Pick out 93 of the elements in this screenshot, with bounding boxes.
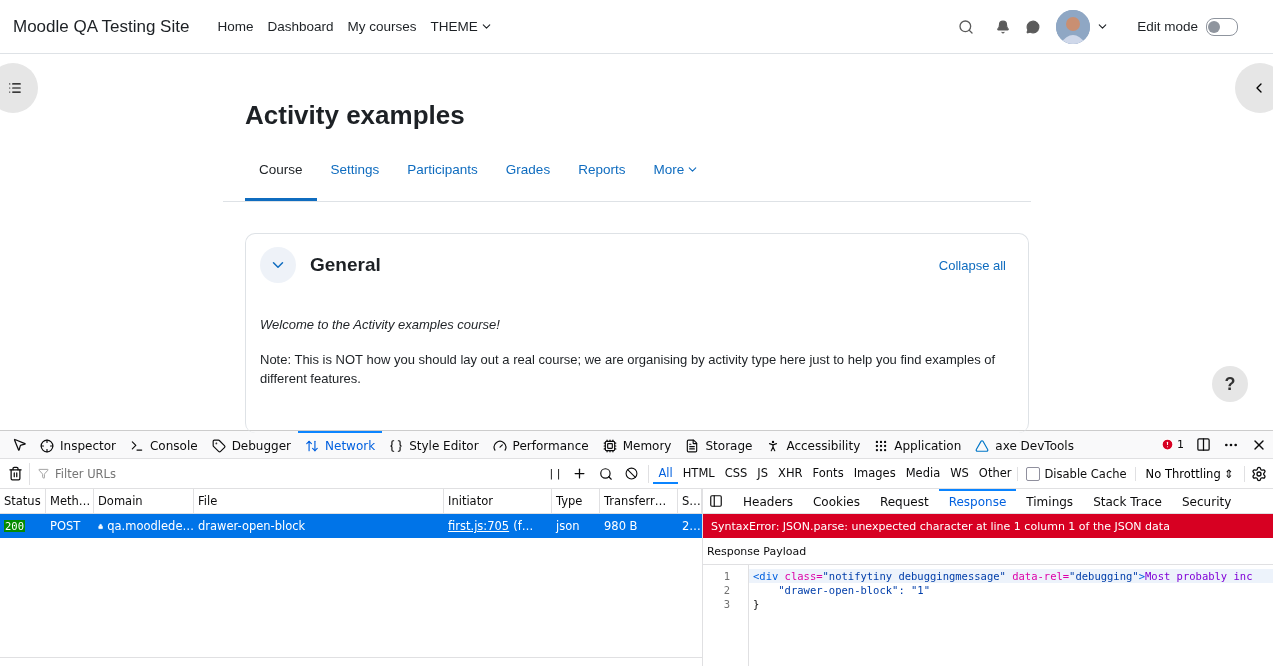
type-filter[interactable]: All [653, 463, 678, 484]
search-icon[interactable] [958, 18, 975, 35]
type-filter[interactable]: Fonts [807, 463, 849, 484]
detail-tab[interactable]: Stack Trace [1083, 489, 1172, 513]
payload-title: Response Payload [703, 538, 1273, 565]
triangle-icon [975, 438, 990, 453]
edit-mode-switch[interactable] [1206, 17, 1238, 36]
chip-icon [602, 438, 617, 453]
type-filter[interactable]: Other [973, 463, 1017, 484]
line-number: 3 [722, 597, 731, 611]
code-line: } [752, 597, 761, 611]
type-filter[interactable]: JS [752, 463, 774, 484]
gauge-icon [492, 438, 507, 453]
transferred-cell-text: 980 B [603, 518, 639, 535]
initiator-link[interactable]: first.js:705 [448, 519, 510, 533]
filter-icon [38, 468, 49, 479]
collapse-all-link[interactable]: Collapse all [938, 257, 1006, 273]
line-number: 2 [722, 583, 731, 597]
note-text: Note: This is NOT how you should lay out a real course; we are organising by activity type here just to help you find examples of different features. [260, 351, 997, 388]
devtools-tab[interactable]: Storage [678, 431, 760, 458]
throttling-select[interactable]: No Throttling ⇕ [1134, 466, 1244, 481]
type-cell-text: json [554, 518, 581, 535]
detail-tab[interactable]: Request [869, 489, 939, 513]
devtools-tab[interactable]: Memory [595, 431, 679, 458]
column-header[interactable]: S… [678, 489, 702, 513]
pause-button[interactable]: | | [543, 467, 567, 480]
inspector-icon [40, 438, 54, 453]
help-button[interactable]: ? [1212, 366, 1248, 402]
domain-cell: qa.moodlede… [107, 519, 194, 533]
nav-link[interactable]: THEME [430, 19, 493, 34]
type-filter[interactable]: Media [900, 463, 946, 484]
devtools-tab[interactable]: Network [298, 431, 383, 458]
user-avatar[interactable] [1056, 9, 1091, 44]
course-title: Activity examples [245, 100, 466, 131]
error-count[interactable]: 1 [1155, 438, 1190, 451]
course-tab[interactable]: More [639, 153, 714, 201]
nav-link[interactable]: My courses [347, 19, 417, 34]
devtools-tab[interactable]: Debugger [204, 431, 299, 458]
type-filter[interactable]: HTML [677, 463, 720, 484]
column-header[interactable]: Initiator [444, 489, 552, 513]
type-filter[interactable]: CSS [719, 463, 753, 484]
course-tab[interactable]: Course [245, 153, 317, 201]
tag-icon [211, 438, 226, 453]
nav-link[interactable]: Home [217, 19, 254, 34]
course-tab[interactable]: Participants [393, 153, 492, 201]
devtools-tab[interactable]: Console [123, 431, 205, 458]
initiator-cell: (f… [513, 519, 534, 533]
devtools-tab[interactable]: Application [867, 431, 969, 458]
line-number: 1 [722, 569, 731, 583]
status-code: 200 [4, 520, 25, 532]
console-icon [130, 438, 144, 453]
section-title: General [310, 254, 381, 276]
devtools-tab[interactable]: Performance [485, 431, 596, 458]
chat-icon[interactable] [1026, 19, 1041, 34]
devtools-tab[interactable]: Accessibility [759, 431, 868, 458]
list-icon [8, 81, 22, 95]
code-line: "drawer-open-block": "1" [777, 583, 931, 597]
devtools-tab[interactable]: axe DevTools [968, 431, 1081, 458]
braces-icon [389, 438, 404, 453]
column-header[interactable]: Status [0, 489, 46, 513]
nav-link[interactable]: Dashboard [267, 19, 334, 34]
course-tab[interactable]: Grades [491, 153, 565, 201]
course-tab[interactable]: Settings [316, 153, 394, 201]
type-filter[interactable]: XHR [773, 463, 808, 484]
type-filter[interactable]: Images [848, 463, 901, 484]
detail-tab[interactable]: Security [1172, 489, 1242, 513]
storage-icon [685, 438, 700, 453]
disable-cache-checkbox[interactable]: Disable Cache [1016, 466, 1135, 481]
detail-tab[interactable]: Timings [1016, 489, 1084, 513]
site-title[interactable]: Moodle QA Testing Site [13, 16, 190, 37]
method-cell-text: POST [49, 518, 82, 535]
detail-tab[interactable]: Cookies [802, 489, 870, 513]
network-icon [305, 438, 320, 453]
file-cell-text: drawer-open-block [197, 518, 307, 535]
course-index-button[interactable] [0, 63, 38, 113]
column-header[interactable]: Type [552, 489, 600, 513]
edit-mode-label: Edit mode [1137, 19, 1198, 34]
error-icon [1161, 438, 1174, 451]
request-row[interactable]: 200 POST qa.moodlede… drawer-open-block first.js:705 (f… json 980 B 2… [0, 514, 702, 538]
column-header[interactable]: Transferr… [600, 489, 678, 513]
column-header[interactable]: Domain [94, 489, 194, 513]
column-header[interactable]: File [194, 489, 444, 513]
error-message: SyntaxError: JSON.parse: unexpected character at line 1 column 1 of the JSON data [703, 514, 1273, 538]
grid-icon [874, 438, 889, 453]
welcome-text: Welcome to the Activity examples course! [260, 317, 501, 332]
type-filter[interactable]: WS [945, 463, 974, 484]
bell-icon[interactable] [996, 19, 1011, 34]
course-tab[interactable]: Reports [564, 153, 640, 201]
column-header[interactable]: Meth… [46, 489, 94, 513]
detail-tab[interactable]: Headers [733, 489, 803, 513]
size-cell-text: 2… [681, 518, 702, 535]
devtools-tab[interactable]: Style Editor [382, 431, 486, 458]
devtools-tab[interactable]: Inspector [33, 431, 123, 458]
